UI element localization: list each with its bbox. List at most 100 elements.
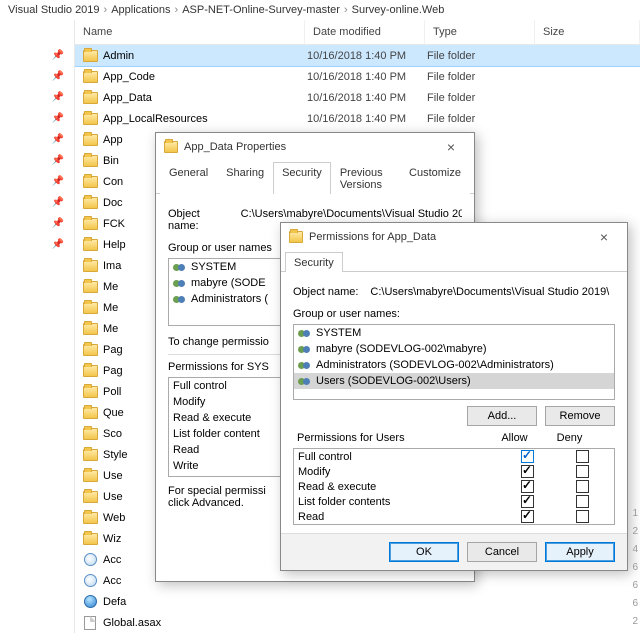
folder-icon	[81, 300, 99, 316]
file-icon	[81, 615, 99, 631]
file-type: File folder	[427, 50, 537, 62]
folder-icon	[81, 216, 99, 232]
folder-icon	[81, 132, 99, 148]
margin-number: 6	[632, 580, 638, 591]
dialog-title: Permissions for App_Data	[309, 231, 583, 243]
breadcrumb[interactable]: Visual Studio 2019›Applications›ASP-NET-…	[0, 0, 640, 20]
perm-name: Modify	[298, 466, 500, 478]
cancel-button[interactable]: Cancel	[467, 542, 537, 562]
margin-number: 2	[632, 616, 638, 627]
allow-label: Allow	[487, 432, 542, 444]
obj-value: C:\Users\mabyre\Documents\Visual Studio …	[370, 286, 609, 298]
folder-icon	[81, 237, 99, 253]
tab-security[interactable]: Security	[273, 162, 331, 194]
pin-icon[interactable]: 📌	[0, 176, 74, 197]
users-icon	[298, 359, 312, 371]
allow-checkbox[interactable]	[521, 450, 534, 463]
titlebar[interactable]: App_Data Properties ×	[156, 133, 474, 161]
deny-checkbox[interactable]	[576, 510, 589, 523]
col-date[interactable]: Date modified	[305, 20, 425, 44]
allow-checkbox[interactable]	[521, 465, 534, 478]
list-item[interactable]: mabyre (SODEVLOG-002\mabyre)	[294, 341, 614, 357]
tab-security[interactable]: Security	[285, 252, 343, 272]
titlebar[interactable]: Permissions for App_Data ×	[281, 223, 627, 251]
folder-icon	[164, 141, 178, 153]
perm-grid[interactable]: Full control Modify Read & execute List fol…	[294, 449, 614, 524]
remove-button[interactable]: Remove	[545, 406, 615, 426]
file-name: Global.asax	[103, 617, 307, 629]
tab-general[interactable]: General	[160, 162, 217, 194]
breadcrumb-item[interactable]: ASP-NET-Online-Survey-master	[182, 4, 340, 16]
pin-icon[interactable]: 📌	[0, 113, 74, 134]
tab-sharing[interactable]: Sharing	[217, 162, 273, 194]
table-row[interactable]: Global.asax	[75, 612, 640, 633]
allow-checkbox[interactable]	[521, 510, 534, 523]
column-headers[interactable]: Name Date modified Type Size	[75, 20, 640, 45]
deny-checkbox[interactable]	[576, 465, 589, 478]
tabs[interactable]: GeneralSharingSecurityPrevious VersionsC…	[156, 161, 474, 194]
list-item[interactable]: SYSTEM	[294, 325, 614, 341]
chevron-right-icon: ›	[344, 4, 348, 16]
file-name: Defa	[103, 596, 307, 608]
users-icon	[298, 375, 312, 387]
pin-icon[interactable]: 📌	[0, 50, 74, 71]
pin-icon[interactable]: 📌	[0, 92, 74, 113]
perm-name: Read & execute	[298, 481, 500, 493]
cfg-icon	[81, 552, 99, 568]
deny-checkbox[interactable]	[576, 495, 589, 508]
tabs[interactable]: Security	[281, 251, 627, 272]
folder-icon	[81, 426, 99, 442]
tab-previous-versions[interactable]: Previous Versions	[331, 162, 400, 194]
file-date: 10/16/2018 1:40 PM	[307, 113, 427, 125]
close-icon[interactable]: ×	[589, 229, 619, 245]
globe-icon	[81, 594, 99, 610]
file-type: File folder	[427, 92, 537, 104]
close-icon[interactable]: ×	[436, 139, 466, 155]
perm-row: List folder contents	[294, 494, 614, 509]
users-icon	[173, 277, 187, 289]
pin-icon[interactable]: 📌	[0, 218, 74, 239]
folder-icon	[81, 195, 99, 211]
col-size[interactable]: Size	[535, 20, 640, 44]
folder-icon	[81, 405, 99, 421]
table-row[interactable]: App_LocalResources10/16/2018 1:40 PMFile…	[75, 108, 640, 129]
perm-name: Full control	[298, 451, 500, 463]
table-row[interactable]: Admin10/16/2018 1:40 PMFile folder	[75, 45, 640, 66]
folder-icon	[81, 153, 99, 169]
deny-checkbox[interactable]	[576, 450, 589, 463]
tab-customize[interactable]: Customize	[400, 162, 470, 194]
apply-button[interactable]: Apply	[545, 542, 615, 562]
folder-icon	[81, 111, 99, 127]
perm-name: List folder contents	[298, 496, 500, 508]
user-list[interactable]: SYSTEMmabyre (SODEVLOG-002\mabyre)Admini…	[293, 324, 615, 400]
list-item[interactable]: Administrators (SODEVLOG-002\Administrat…	[294, 357, 614, 373]
perm-row: Read & execute	[294, 479, 614, 494]
col-type[interactable]: Type	[425, 20, 535, 44]
margin-number: 1	[632, 508, 638, 519]
pin-icon[interactable]: 📌	[0, 155, 74, 176]
table-row[interactable]: App_Data10/16/2018 1:40 PMFile folder	[75, 87, 640, 108]
file-date: 10/16/2018 1:40 PM	[307, 71, 427, 83]
col-name[interactable]: Name	[75, 20, 305, 44]
margin-number: 6	[632, 598, 638, 609]
deny-checkbox[interactable]	[576, 480, 589, 493]
ok-button[interactable]: OK	[389, 542, 459, 562]
breadcrumb-item[interactable]: Survey-online.Web	[352, 4, 445, 16]
table-row[interactable]: Defa	[75, 591, 640, 612]
pin-icon[interactable]: 📌	[0, 134, 74, 155]
margin-number: 4	[632, 544, 638, 555]
add-button[interactable]: Add...	[467, 406, 537, 426]
allow-checkbox[interactable]	[521, 495, 534, 508]
breadcrumb-item[interactable]: Applications	[111, 4, 170, 16]
list-item[interactable]: Users (SODEVLOG-002\Users)	[294, 373, 614, 389]
pin-icon[interactable]: 📌	[0, 71, 74, 92]
pin-icon[interactable]: 📌	[0, 239, 74, 260]
pin-icon[interactable]: 📌	[0, 197, 74, 218]
table-row[interactable]: App_Code10/16/2018 1:40 PMFile folder	[75, 66, 640, 87]
allow-checkbox[interactable]	[521, 480, 534, 493]
file-name: App_LocalResources	[103, 113, 307, 125]
permissions-dialog[interactable]: Permissions for App_Data × Security Obje…	[280, 222, 628, 571]
file-date: 10/16/2018 1:40 PM	[307, 92, 427, 104]
breadcrumb-item[interactable]: Visual Studio 2019	[8, 4, 100, 16]
file-name: App_Data	[103, 92, 307, 104]
